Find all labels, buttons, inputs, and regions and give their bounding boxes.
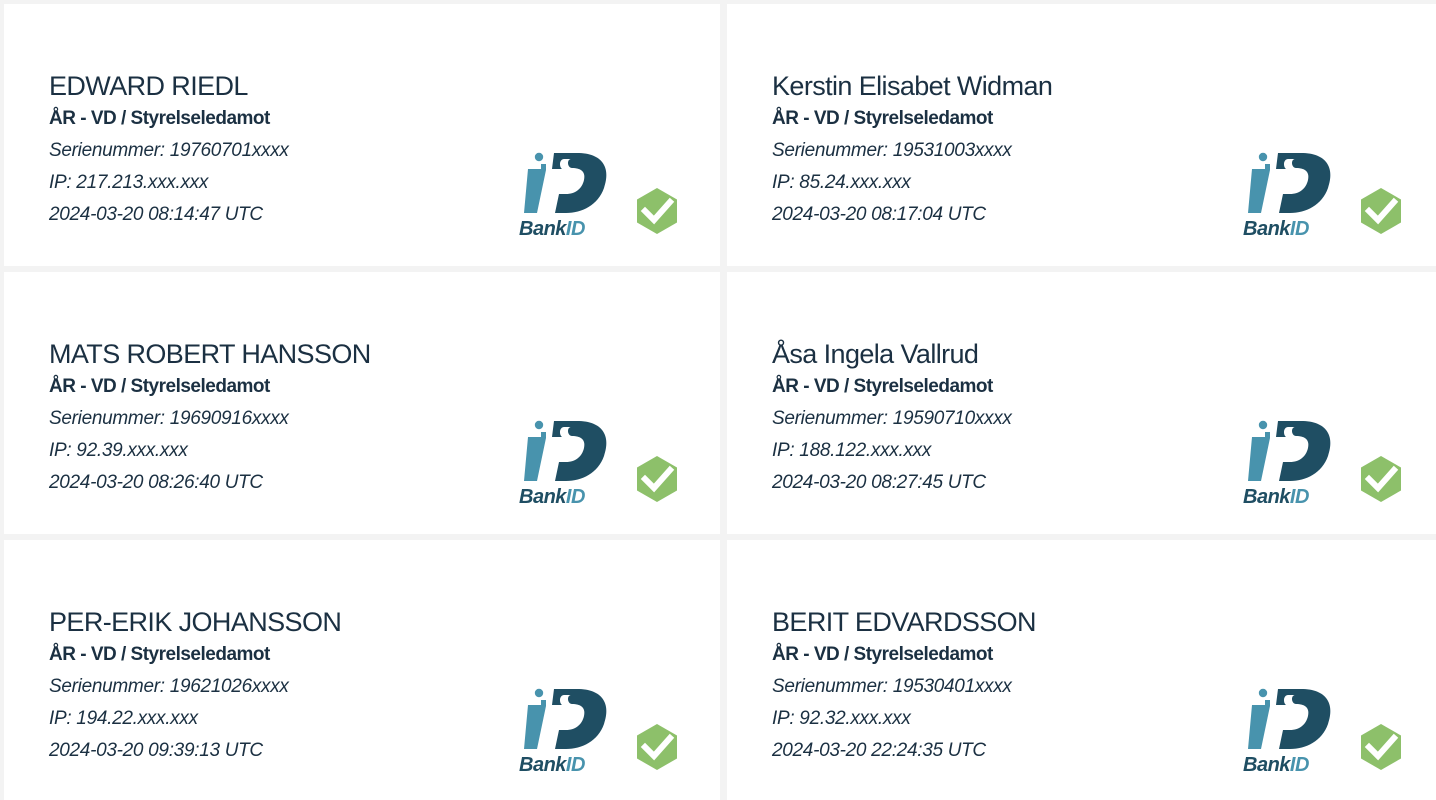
bankid-bank-text: Bank bbox=[519, 754, 567, 773]
check-badge-icon bbox=[637, 724, 677, 770]
svg-text:BankID: BankID bbox=[1243, 754, 1309, 773]
signer-timestamp: 2024-03-20 08:17:04 UTC bbox=[772, 204, 986, 225]
signer-timestamp: 2024-03-20 09:39:13 UTC bbox=[49, 740, 263, 761]
signer-serial: Serienummer: 19690916xxxx bbox=[49, 408, 289, 429]
svg-text:BankID: BankID bbox=[519, 218, 585, 237]
bankid-id-text: ID bbox=[566, 218, 585, 237]
signer-serial: Serienummer: 19621026xxxx bbox=[49, 676, 289, 697]
svg-text:BankID: BankID bbox=[519, 486, 585, 505]
signer-timestamp: 2024-03-20 08:26:40 UTC bbox=[49, 472, 263, 493]
bankid-bank-text: Bank bbox=[1243, 218, 1291, 237]
bankid-logo: BankID bbox=[519, 152, 607, 237]
check-badge-icon bbox=[1361, 188, 1401, 234]
signer-timestamp: 2024-03-20 08:27:45 UTC bbox=[772, 472, 986, 493]
signer-role: ÅR - VD / Styrelseledamot bbox=[49, 376, 270, 397]
signer-ip: IP: 85.24.xxx.xxx bbox=[772, 172, 911, 193]
signer-card: PER-ERIK JOHANSSON ÅR - VD / Styrelseled… bbox=[4, 540, 720, 800]
bankid-bank-text: Bank bbox=[519, 218, 567, 237]
bankid-logo: BankID bbox=[1243, 152, 1331, 237]
signature-grid: EDWARD RIEDL ÅR - VD / Styrelseledamot S… bbox=[0, 0, 1436, 800]
signer-name: MATS ROBERT HANSSON bbox=[49, 339, 371, 369]
signer-card: Åsa Ingela Vallrud ÅR - VD / Styrelseled… bbox=[727, 272, 1436, 534]
bankid-id-text: ID bbox=[1290, 754, 1309, 773]
signer-serial: Serienummer: 19531003xxxx bbox=[772, 140, 1012, 161]
signer-name: EDWARD RIEDL bbox=[49, 71, 248, 101]
bankid-bank-text: Bank bbox=[519, 486, 567, 505]
signer-ip: IP: 92.32.xxx.xxx bbox=[772, 708, 911, 729]
bankid-id-text: ID bbox=[566, 486, 585, 505]
signer-ip: IP: 194.22.xxx.xxx bbox=[49, 708, 198, 729]
bankid-id-text: ID bbox=[1290, 218, 1309, 237]
svg-text:BankID: BankID bbox=[519, 754, 585, 773]
signer-name: PER-ERIK JOHANSSON bbox=[49, 607, 342, 637]
bankid-logo: BankID bbox=[1243, 688, 1331, 773]
check-badge-icon bbox=[637, 188, 677, 234]
bankid-logo: BankID bbox=[1243, 420, 1331, 505]
signer-timestamp: 2024-03-20 22:24:35 UTC bbox=[772, 740, 986, 761]
signer-timestamp: 2024-03-20 08:14:47 UTC bbox=[49, 204, 263, 225]
signer-role: ÅR - VD / Styrelseledamot bbox=[772, 108, 993, 129]
bankid-bank-text: Bank bbox=[1243, 486, 1291, 505]
signer-card: Kerstin Elisabet Widman ÅR - VD / Styrel… bbox=[727, 4, 1436, 266]
signer-card: MATS ROBERT HANSSON ÅR - VD / Styrelsele… bbox=[4, 272, 720, 534]
bankid-logo: BankID bbox=[519, 420, 607, 505]
svg-text:BankID: BankID bbox=[1243, 486, 1309, 505]
bankid-id-text: ID bbox=[1290, 486, 1309, 505]
check-badge-icon bbox=[637, 456, 677, 502]
signer-role: ÅR - VD / Styrelseledamot bbox=[772, 644, 993, 665]
signer-serial: Serienummer: 19530401xxxx bbox=[772, 676, 1012, 697]
signer-role: ÅR - VD / Styrelseledamot bbox=[49, 108, 270, 129]
signer-card: EDWARD RIEDL ÅR - VD / Styrelseledamot S… bbox=[4, 4, 720, 266]
signer-ip: IP: 217.213.xxx.xxx bbox=[49, 172, 209, 193]
signer-serial: Serienummer: 19760701xxxx bbox=[49, 140, 289, 161]
signer-role: ÅR - VD / Styrelseledamot bbox=[49, 644, 270, 665]
bankid-id-text: ID bbox=[566, 754, 585, 773]
signer-ip: IP: 92.39.xxx.xxx bbox=[49, 440, 188, 461]
signer-card: BERIT EDVARDSSON ÅR - VD / Styrelseledam… bbox=[727, 540, 1436, 800]
svg-text:BankID: BankID bbox=[1243, 218, 1309, 237]
check-badge-icon bbox=[1361, 456, 1401, 502]
signer-role: ÅR - VD / Styrelseledamot bbox=[772, 376, 993, 397]
bankid-bank-text: Bank bbox=[1243, 754, 1291, 773]
check-badge-icon bbox=[1361, 724, 1401, 770]
signer-name: Kerstin Elisabet Widman bbox=[772, 71, 1053, 101]
signer-name: BERIT EDVARDSSON bbox=[772, 607, 1037, 637]
signer-serial: Serienummer: 19590710xxxx bbox=[772, 408, 1012, 429]
signer-name: Åsa Ingela Vallrud bbox=[772, 339, 979, 369]
bankid-logo: BankID bbox=[519, 688, 607, 773]
signer-ip: IP: 188.122.xxx.xxx bbox=[772, 440, 932, 461]
